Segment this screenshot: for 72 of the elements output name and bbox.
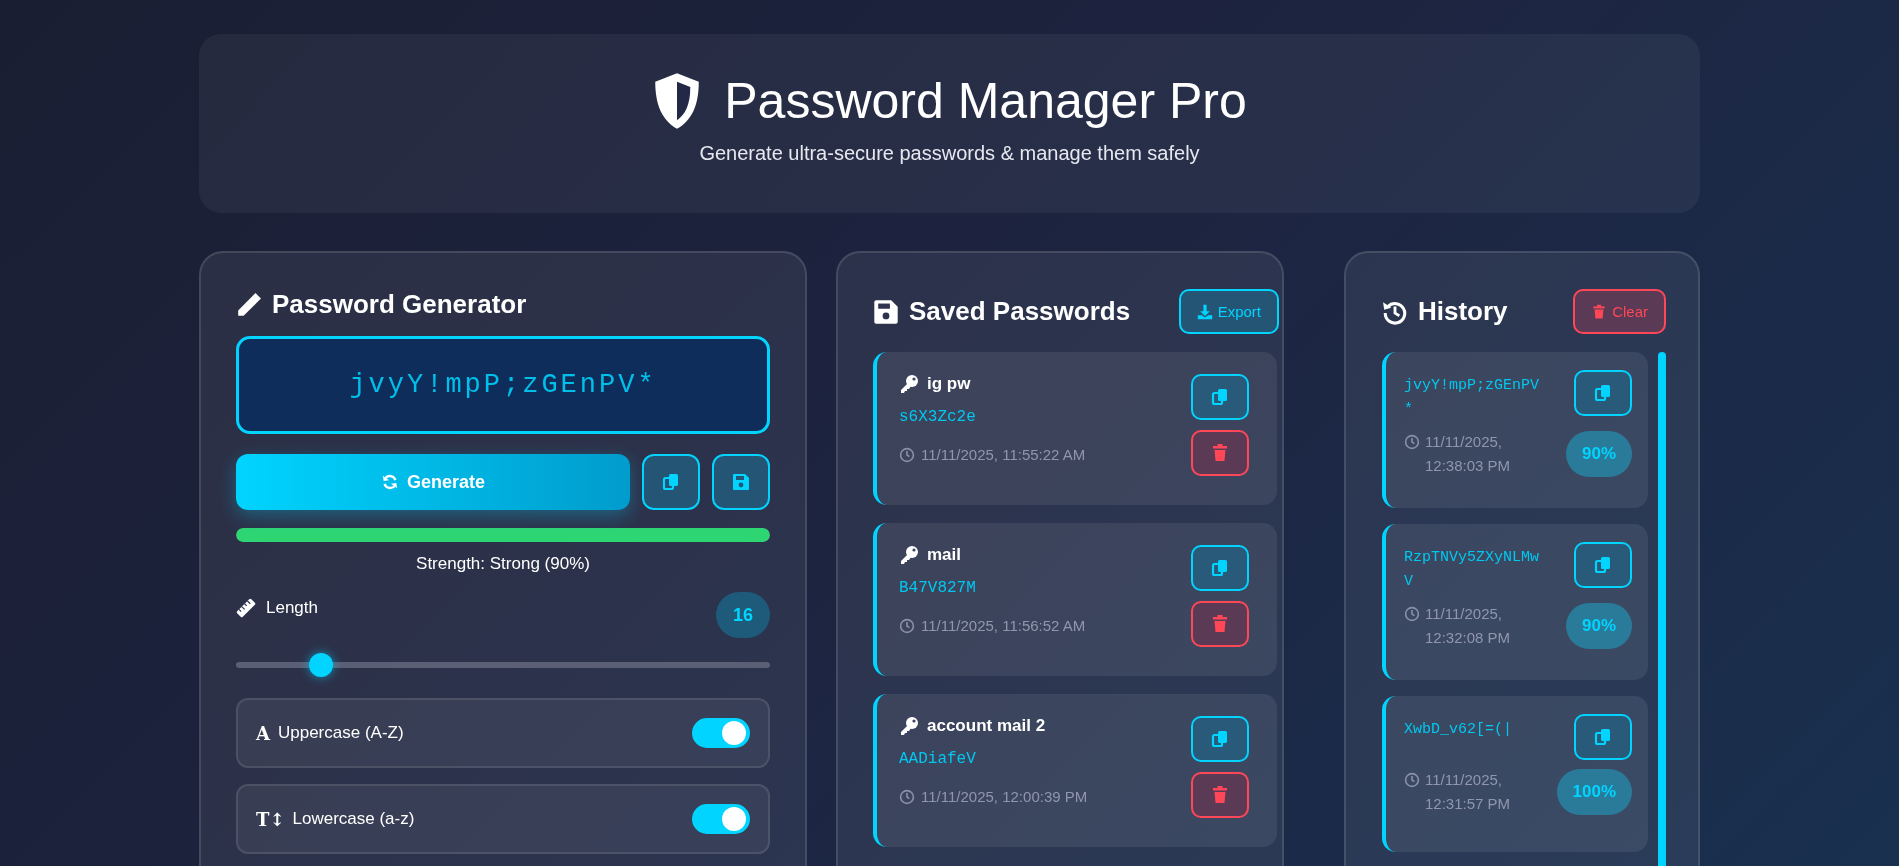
app-subtitle: Generate ultra-secure passwords & manage them safely (699, 142, 1200, 165)
saved-password: B47V827M (899, 579, 977, 597)
history-time: 11/11/2025, 12:38:03 PM (1425, 432, 1512, 476)
clock-icon (1404, 606, 1420, 622)
copy-button[interactable] (1574, 542, 1632, 588)
length-label: Length (266, 598, 318, 618)
trash-icon (1591, 303, 1608, 320)
history-password: XwbD_v62[=(| (1404, 720, 1514, 740)
sync-icon (380, 473, 399, 491)
trash-icon (1210, 785, 1230, 805)
saved-time: 11/11/2025, 11:56:52 AM (921, 617, 1086, 634)
clear-button[interactable]: Clear (1573, 289, 1666, 334)
saved-time: 11/11/2025, 11:55:22 AM (921, 446, 1086, 463)
strength-score: 90% (1565, 603, 1632, 649)
history-password: jvyY!mpP;zGEnPV* (1404, 376, 1541, 420)
clock-icon (899, 617, 915, 634)
toggle-switch[interactable] (692, 804, 750, 834)
option-label: Lowercase (a-z) (292, 809, 416, 829)
history-password: RzpTNVy5ZXyNLMwV (1404, 548, 1541, 592)
trash-icon (1210, 614, 1230, 634)
key-icon (899, 374, 919, 394)
app-title: Password Manager Pro (724, 73, 1247, 129)
strength-label: Strength: Strong (90%) (415, 554, 591, 574)
export-button[interactable]: Export (1178, 289, 1279, 334)
copy-button[interactable] (1191, 374, 1249, 420)
saved-password: s6X3Zc2e (899, 408, 977, 426)
copy-button[interactable] (1191, 716, 1249, 762)
entry-name: account mail 2 (927, 716, 1046, 736)
length-slider[interactable] (236, 652, 770, 678)
copy-icon (1593, 383, 1613, 403)
saved-time: 11/11/2025, 12:00:39 PM (921, 788, 1088, 805)
password-display: jvyY!mpP;zGEnPV* (236, 336, 770, 434)
delete-button[interactable] (1191, 601, 1249, 647)
card-title: Saved Passwords (909, 296, 1131, 327)
entry-name: ig pw (927, 374, 971, 394)
key-icon (899, 716, 919, 736)
clock-icon (899, 788, 915, 805)
delete-button[interactable] (1191, 430, 1249, 476)
history-time: 11/11/2025, 12:31:57 PM (1425, 770, 1512, 814)
copy-icon (1593, 555, 1613, 575)
copy-icon (1210, 558, 1230, 578)
option-icon: A (256, 722, 270, 744)
copy-button[interactable] (1191, 545, 1249, 591)
pencil-icon (236, 291, 262, 318)
toggle-switch[interactable] (692, 718, 750, 748)
trash-icon (1210, 443, 1230, 463)
generate-button[interactable]: Generate (236, 454, 630, 510)
copy-button[interactable] (642, 454, 700, 510)
history-time: 11/11/2025, 12:32:08 PM (1425, 604, 1512, 648)
download-icon (1196, 303, 1213, 320)
clock-icon (1404, 434, 1420, 450)
saved-password: AADiafeV (899, 750, 977, 768)
option-label: Uppercase (A-Z) (277, 723, 405, 743)
card-title: History (1418, 296, 1508, 327)
copy-button[interactable] (1574, 714, 1632, 760)
clock-icon (1404, 772, 1420, 788)
card-title: Password Generator (272, 289, 527, 320)
copy-icon (1593, 727, 1613, 747)
strength-score: 90% (1565, 431, 1632, 477)
clock-icon (899, 446, 915, 463)
copy-icon (1210, 387, 1230, 407)
entry-name: mail (927, 545, 962, 565)
delete-button[interactable] (1191, 772, 1249, 818)
copy-icon (661, 472, 681, 492)
copy-button[interactable] (1574, 370, 1632, 416)
save-button[interactable] (712, 454, 770, 510)
length-value: 16 (716, 592, 770, 638)
strength-score: 100% (1556, 769, 1632, 815)
scrollbar[interactable] (1658, 352, 1666, 866)
option-icon: T↕ (256, 808, 285, 830)
copy-icon (1210, 729, 1230, 749)
key-icon (899, 545, 919, 565)
